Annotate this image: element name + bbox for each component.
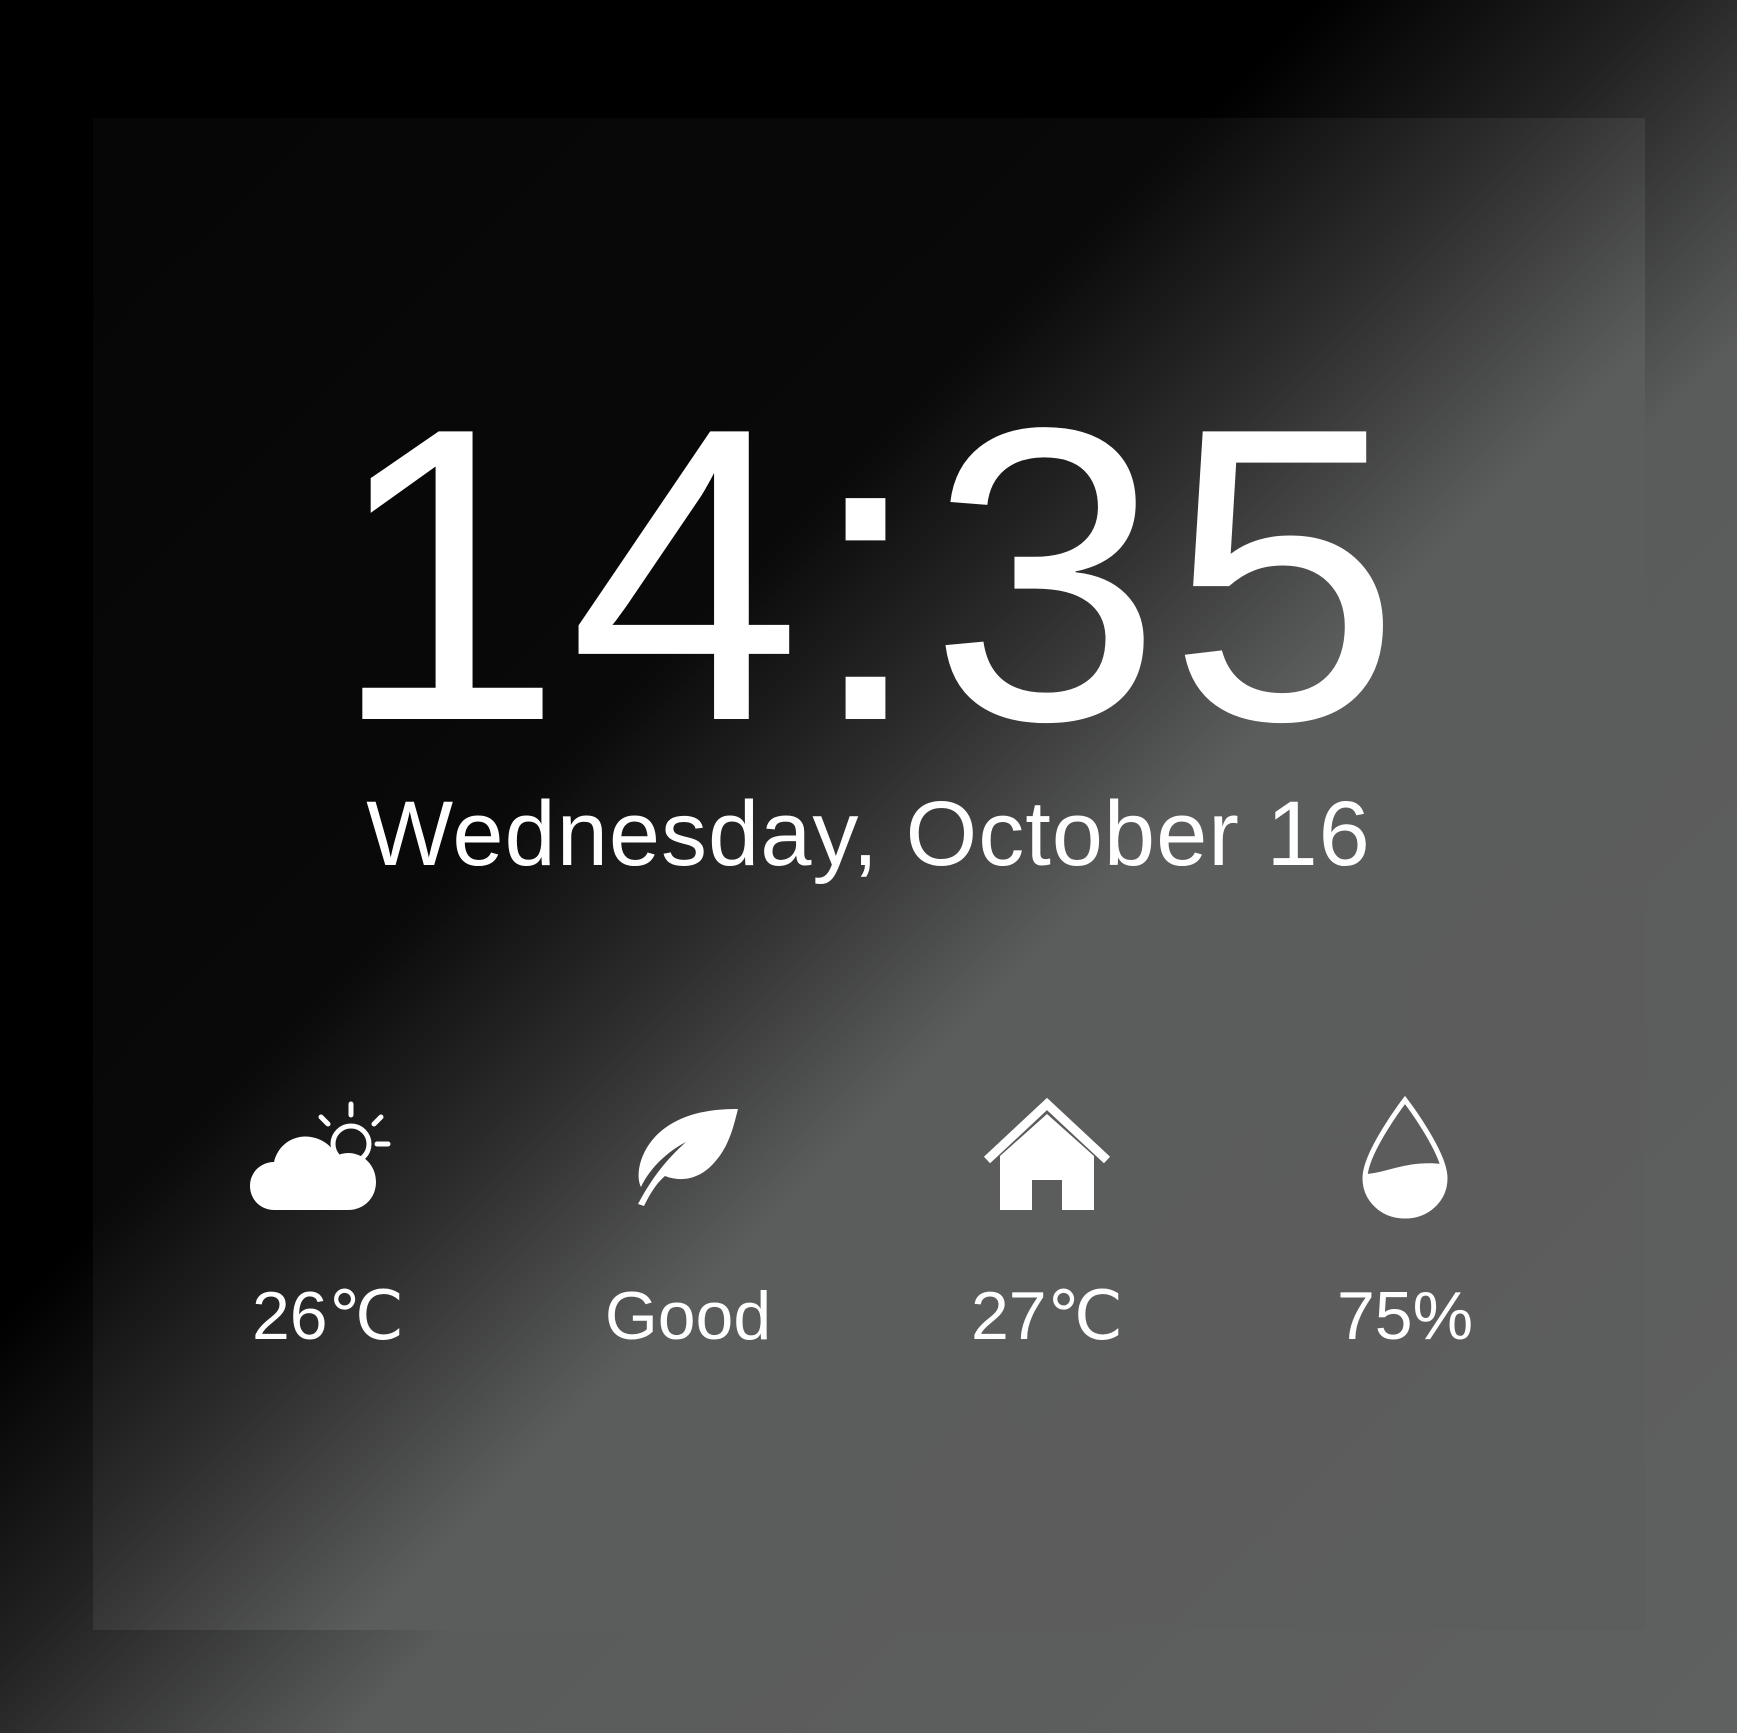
home-icon	[983, 1097, 1111, 1210]
humidity-widget[interactable]	[1255, 1092, 1555, 1222]
indoor-temperature-value: 27℃	[970, 1278, 1123, 1354]
outdoor-temperature-value: 26℃	[251, 1278, 404, 1354]
clock-date: Wednesday, October 16	[366, 783, 1371, 885]
leaf-icon	[638, 1109, 738, 1206]
screen-frame: 14:35 Wednesday, October 16 26℃ Good 27℃…	[0, 0, 1737, 1733]
outdoor-weather-widget[interactable]	[178, 1092, 478, 1222]
partly-cloudy-icon	[250, 1101, 391, 1210]
indoor-temperature-widget[interactable]	[897, 1092, 1197, 1222]
air-quality-widget[interactable]	[538, 1092, 838, 1222]
air-quality-value: Good	[604, 1278, 772, 1354]
clock-time: 14:35	[330, 341, 1407, 808]
water-drop-icon	[1362, 1095, 1448, 1219]
humidity-value: 75%	[1336, 1278, 1474, 1354]
